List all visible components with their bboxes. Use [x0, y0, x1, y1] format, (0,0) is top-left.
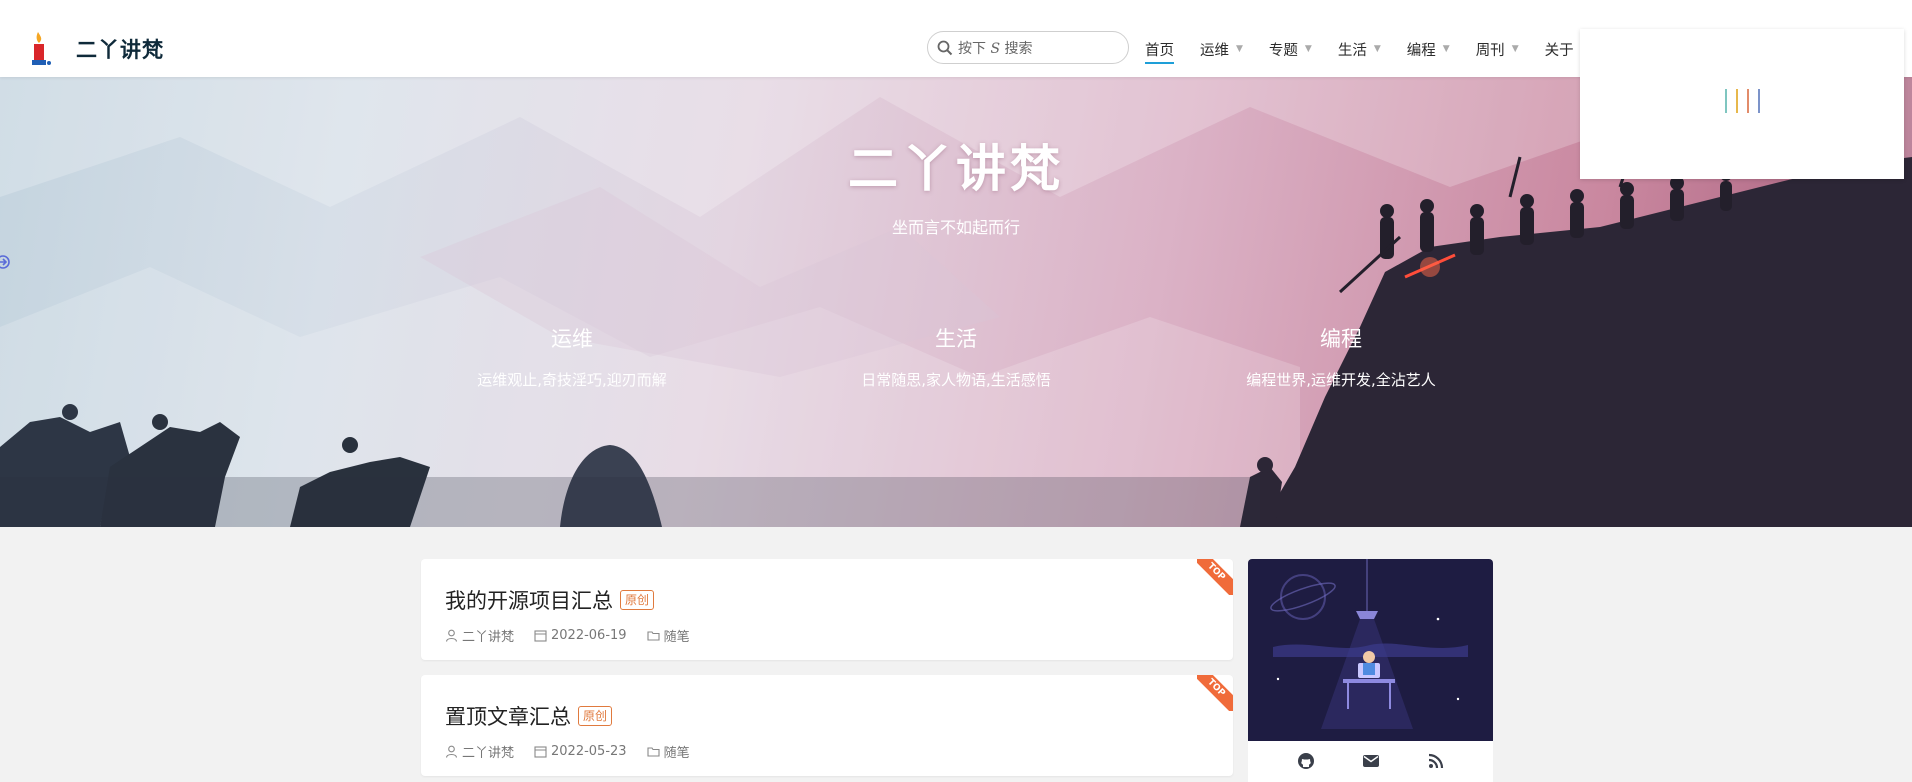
profile-card — [1248, 559, 1493, 782]
caret-down-icon: ▼ — [1304, 44, 1312, 54]
nav-item-about[interactable]: 关于 — [1545, 38, 1574, 60]
main-nav: 首页 运维 ▼ 专题 ▼ 生活 ▼ 编程 ▼ 周刊 ▼ 关于 — [1145, 38, 1600, 64]
nav-item-home[interactable]: 首页 — [1145, 38, 1174, 64]
nav-item-life[interactable]: 生活 ▼ — [1338, 38, 1381, 60]
post-author[interactable]: 二丫讲梵 — [445, 742, 514, 761]
category-ops[interactable]: 运维 运维观止,奇技淫巧,迎刃而解 — [432, 323, 712, 390]
nav-item-weekly[interactable]: 周刊 ▼ — [1476, 38, 1519, 60]
category-name: 运维 — [551, 327, 593, 351]
loading-bar — [1758, 89, 1760, 113]
loading-spinner-icon — [1725, 89, 1760, 113]
category-life[interactable]: 生活 日常随思,家人物语,生活感悟 — [816, 323, 1096, 390]
caret-down-icon: ▼ — [1442, 44, 1450, 54]
post-date: 2022-05-23 — [534, 744, 627, 759]
category-desc: 运维观止,奇技淫巧,迎刃而解 — [477, 371, 667, 389]
loading-bar — [1725, 89, 1727, 113]
caret-down-icon: ▼ — [1373, 44, 1381, 54]
category-desc: 编程世界,运维开发,全沾艺人 — [1246, 371, 1436, 389]
search-input[interactable]: 按下 S 搜索 — [927, 31, 1129, 64]
github-icon[interactable] — [1297, 752, 1315, 770]
post-card[interactable]: TOP 我的开源项目汇总 原创 二丫讲梵 2022-06-19 随笔 — [421, 559, 1233, 660]
post-author[interactable]: 二丫讲梵 — [445, 626, 514, 645]
category-name: 生活 — [935, 327, 977, 351]
nav-item-ops[interactable]: 运维 ▼ — [1200, 38, 1243, 60]
user-icon — [445, 629, 458, 642]
top-ribbon: TOP — [1197, 675, 1233, 711]
caret-down-icon: ▼ — [1511, 44, 1519, 54]
rss-icon[interactable] — [1427, 752, 1445, 770]
post-title[interactable]: 我的开源项目汇总 — [445, 585, 613, 615]
calendar-icon — [534, 630, 547, 642]
user-icon — [445, 745, 458, 758]
category-name: 编程 — [1320, 327, 1362, 351]
post-category[interactable]: 随笔 — [647, 626, 690, 645]
candle-logo-icon[interactable] — [28, 30, 56, 66]
nav-item-topics[interactable]: 专题 ▼ — [1269, 38, 1312, 60]
post-card[interactable]: TOP 置顶文章汇总 原创 二丫讲梵 2022-05-23 随笔 — [421, 675, 1233, 776]
folder-icon — [647, 631, 660, 641]
side-arrow-icon[interactable] — [0, 255, 10, 269]
social-links — [1248, 752, 1493, 770]
calendar-icon — [534, 746, 547, 758]
banner-subtitle: 坐而言不如起而行 — [891, 218, 1020, 237]
nav-item-programming[interactable]: 编程 ▼ — [1407, 38, 1450, 60]
loading-bar — [1747, 89, 1749, 113]
post-date: 2022-06-19 — [534, 628, 627, 643]
loading-popup — [1580, 29, 1904, 179]
post-category[interactable]: 随笔 — [647, 742, 690, 761]
search-placeholder: 按下 S 搜索 — [958, 40, 1033, 57]
top-ribbon: TOP — [1197, 559, 1233, 595]
original-badge: 原创 — [620, 590, 655, 610]
category-desc: 日常随思,家人物语,生活感悟 — [861, 371, 1051, 389]
profile-illustration — [1248, 559, 1493, 741]
post-title[interactable]: 置顶文章汇总 — [445, 701, 571, 731]
loading-bar — [1736, 89, 1738, 113]
category-programming[interactable]: 编程 编程世界,运维开发,全沾艺人 — [1201, 323, 1481, 390]
site-name[interactable]: 二丫讲梵 — [76, 34, 164, 64]
caret-down-icon: ▼ — [1236, 44, 1243, 54]
mail-icon[interactable] — [1362, 752, 1380, 770]
folder-icon — [647, 747, 660, 757]
search-icon — [937, 40, 953, 55]
original-badge: 原创 — [578, 706, 613, 726]
